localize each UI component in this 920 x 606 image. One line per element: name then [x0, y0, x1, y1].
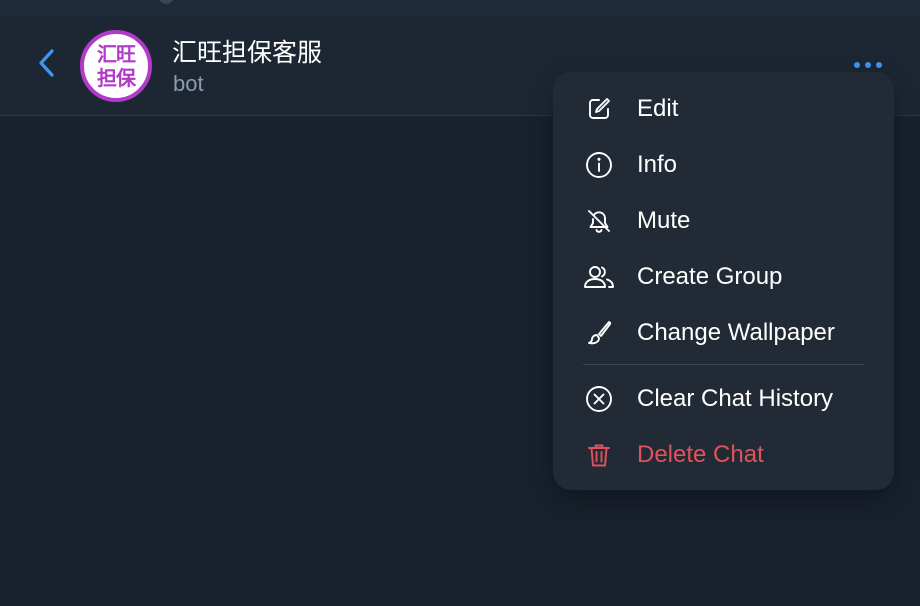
avatar-text-line2: 担保 — [97, 66, 136, 90]
menu-item-label: Change Wallpaper — [637, 319, 835, 346]
info-icon — [583, 151, 615, 179]
menu-separator — [583, 364, 864, 365]
edit-icon — [583, 95, 615, 123]
menu-item-mute[interactable]: Mute — [553, 193, 894, 249]
menu-item-delete-chat[interactable]: Delete Chat — [553, 427, 894, 483]
menu-item-label: Edit — [637, 95, 679, 122]
chat-title[interactable]: 汇旺担保客服 — [172, 33, 322, 69]
menu-item-label: Info — [637, 151, 678, 178]
menu-item-label: Mute — [637, 207, 691, 234]
brush-icon — [583, 319, 615, 347]
users-icon — [583, 263, 615, 291]
menu-item-label: Clear Chat History — [637, 385, 834, 412]
window-top-strip — [0, 0, 920, 16]
menu-item-create-group[interactable]: Create Group — [553, 249, 894, 305]
more-horizontal-icon — [854, 62, 860, 68]
top-strip-nub — [158, 0, 174, 4]
clear-circle-icon — [583, 385, 615, 413]
menu-item-change-wallpaper[interactable]: Change Wallpaper — [553, 305, 894, 361]
more-dot — [876, 62, 882, 68]
avatar-text-line1: 汇旺 — [97, 42, 136, 66]
menu-item-clear-chat-history[interactable]: Clear Chat History — [553, 371, 894, 427]
chat-subtitle: bot — [173, 71, 204, 96]
back-button[interactable] — [28, 46, 66, 84]
trash-icon — [583, 441, 615, 469]
menu-item-edit[interactable]: Edit — [553, 81, 894, 137]
chat-context-menu: Edit Info Mute Create Group Change Wallp… — [553, 72, 894, 490]
menu-item-label: Delete Chat — [637, 441, 764, 468]
avatar[interactable]: 汇旺 担保 — [80, 30, 152, 102]
menu-item-info[interactable]: Info — [553, 137, 894, 193]
more-dot — [865, 62, 871, 68]
bell-off-icon — [583, 207, 615, 235]
menu-item-label: Create Group — [637, 263, 783, 290]
chevron-left-icon — [37, 48, 57, 83]
